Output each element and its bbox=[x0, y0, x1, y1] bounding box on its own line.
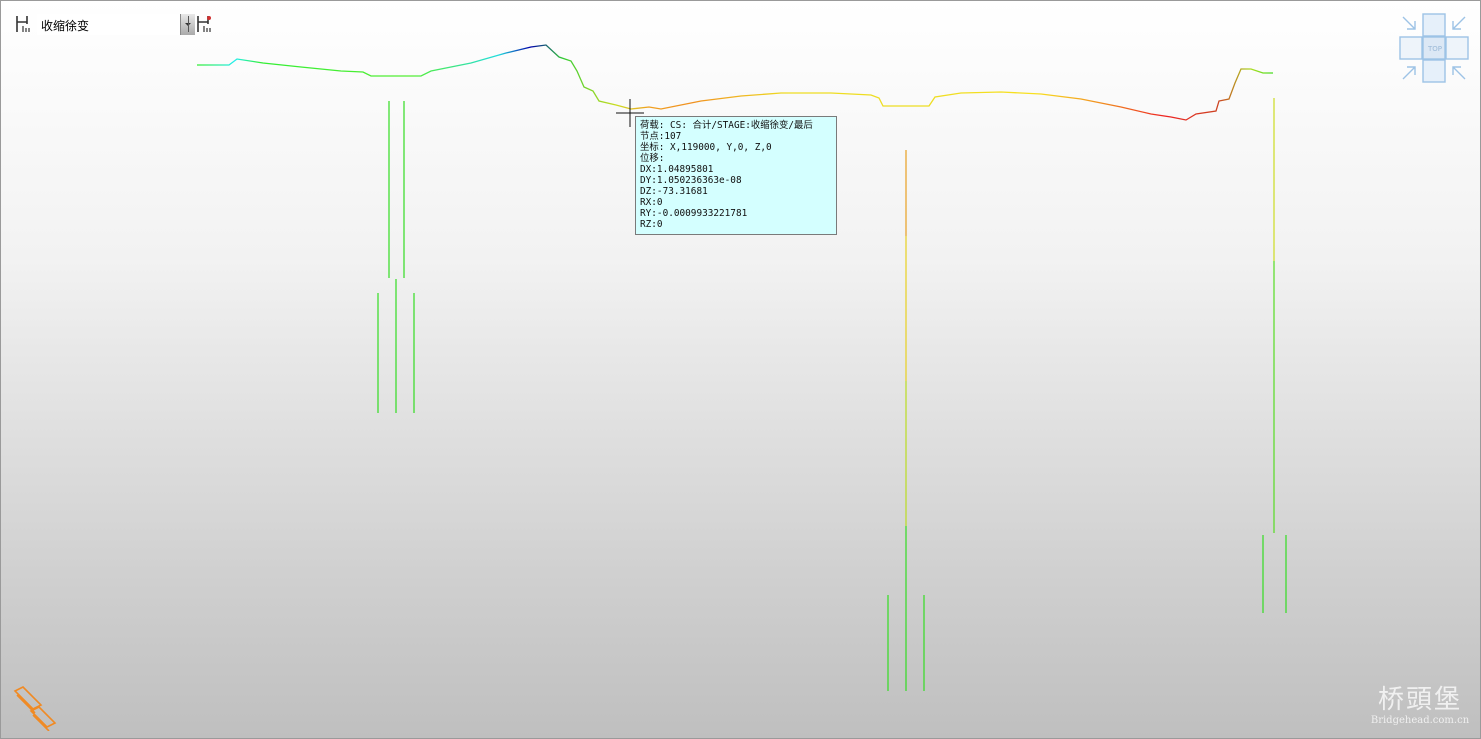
tooltip-rx-line: RX:0 bbox=[640, 197, 663, 208]
load-case-icon[interactable] bbox=[13, 13, 35, 35]
load-case-select[interactable]: 收缩徐变 bbox=[37, 14, 195, 35]
watermark-title: 桥頭堡 bbox=[1377, 685, 1462, 715]
tooltip-dx-line: DX:1.04895801 bbox=[640, 164, 714, 175]
tooltip-disp-heading: 位移: bbox=[640, 153, 665, 164]
view-cube-top-label[interactable]: TOP bbox=[1426, 45, 1444, 53]
tooltip-dz-line: DZ:-73.31681 bbox=[640, 186, 708, 197]
result-toggle-icon[interactable] bbox=[194, 13, 216, 35]
tooltip-dy-line: DY:1.050236363e-08 bbox=[640, 175, 742, 186]
pier-middle bbox=[887, 150, 925, 691]
tooltip-rz-line: RZ:0 bbox=[640, 219, 663, 230]
pier-right bbox=[1262, 98, 1287, 613]
axis-indicator-icon bbox=[13, 686, 57, 731]
watermark-subtitle: Bridgehead.com.cn bbox=[1370, 715, 1470, 726]
tooltip-coord-line: 坐标: X,119000, Y,0, Z,0 bbox=[640, 142, 772, 153]
load-case-select-value: 收缩徐变 bbox=[41, 19, 90, 33]
deformed-deck-line bbox=[197, 44, 1273, 121]
tooltip-load-line: 荷载: CS: 合计/STAGE:收缩徐变/最后 bbox=[640, 120, 813, 131]
tooltip-node-line: 节点:107 bbox=[640, 131, 682, 142]
model-viewport[interactable]: 收缩徐变 荷载: CS: 合计/STAGE:收缩徐变/最后 节点:107 坐标:… bbox=[0, 0, 1481, 739]
tooltip-ry-line: RY:-0.0009933221781 bbox=[640, 208, 748, 219]
deformed-bridge-model bbox=[197, 44, 1287, 691]
node-result-tooltip: 荷载: CS: 合计/STAGE:收缩徐变/最后 节点:107 坐标: X,11… bbox=[635, 116, 837, 235]
toolbar-separator bbox=[188, 16, 189, 32]
watermark-logo: 桥頭堡 Bridgehead.com.cn bbox=[1361, 685, 1479, 737]
pier-left bbox=[377, 101, 415, 413]
